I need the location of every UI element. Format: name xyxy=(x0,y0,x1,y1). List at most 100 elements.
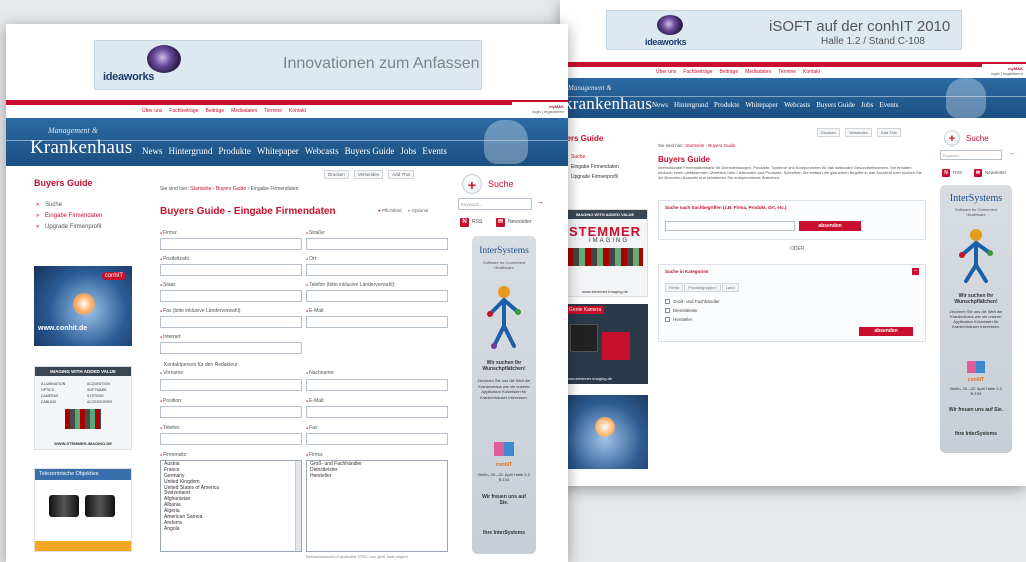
top-banner-ad[interactable]: ideaworks iSOFT auf der conhIT 2010 Hall… xyxy=(606,10,962,50)
telefon-intl-field[interactable] xyxy=(306,290,448,302)
fulltext-input[interactable] xyxy=(665,221,795,231)
sidebar-item-eingabe[interactable]: Eingabe Firmendaten xyxy=(36,211,102,222)
internet-field[interactable] xyxy=(160,342,302,354)
category-collapse-icon[interactable]: − xyxy=(912,268,919,275)
nav-news[interactable]: News xyxy=(652,101,668,109)
nav-buyers-guide[interactable]: Buyers Guide xyxy=(345,146,395,156)
top-link[interactable]: Fachbeiträge xyxy=(169,108,198,114)
top-link[interactable]: Termine xyxy=(264,108,282,114)
postleitzahl-field[interactable] xyxy=(160,264,302,276)
rss-icon[interactable]: N xyxy=(942,169,950,177)
sidebar-item-suche[interactable]: Suche xyxy=(562,152,619,162)
fax-intl-field[interactable] xyxy=(160,316,302,328)
newsletter-icon[interactable]: ✉ xyxy=(974,169,982,177)
nav-webcasts[interactable]: Webcasts xyxy=(305,146,339,156)
fax-field[interactable] xyxy=(306,433,448,445)
send-button[interactable]: Versenden xyxy=(844,128,873,137)
telefon-field[interactable] xyxy=(160,433,302,445)
search-icon[interactable] xyxy=(944,130,960,147)
stemmer-ad[interactable]: IMAGING WITH ADDED VALUE ILLUMINATION OPT… xyxy=(34,366,132,450)
sidebar-item-eingabe[interactable]: Eingabe Firmendaten xyxy=(562,162,619,172)
company-type-option[interactable]: Hersteller xyxy=(310,473,444,480)
nav-news[interactable]: News xyxy=(142,146,163,156)
breadcrumb-link[interactable]: Buyers Guide xyxy=(708,143,735,148)
fulltext-submit-button[interactable]: absenden xyxy=(799,221,861,231)
top-link[interactable]: Über uns xyxy=(142,108,162,114)
top-link[interactable]: Beiträge xyxy=(205,108,224,114)
event-ad[interactable] xyxy=(562,395,648,469)
search-go-button[interactable]: → xyxy=(1008,150,1015,157)
newsletter-link[interactable]: Newsletter xyxy=(508,219,532,225)
breadcrumb-link[interactable]: Startseite xyxy=(685,143,704,148)
sidebar-item-suche[interactable]: Suche xyxy=(36,200,102,211)
category-option[interactable]: Hersteller xyxy=(665,317,692,322)
search-icon[interactable] xyxy=(462,174,482,195)
account-corner[interactable]: myM&K login | registrieren xyxy=(512,102,568,118)
checkbox[interactable] xyxy=(665,308,670,313)
newsletter-icon[interactable]: ✉ xyxy=(496,218,505,227)
conhit-ad[interactable]: conhIT www.conhit.de xyxy=(34,266,132,346)
position-field[interactable] xyxy=(160,406,302,418)
staat-field[interactable] xyxy=(160,290,302,302)
nachname-field[interactable] xyxy=(306,379,448,391)
camera-ad[interactable]: Genie Kamera www.stemmer-imaging.de xyxy=(562,304,648,384)
top-link[interactable]: Kontakt xyxy=(803,69,820,75)
top-link[interactable]: Mediadaten xyxy=(745,69,771,75)
firma-field[interactable] xyxy=(160,238,302,250)
top-link[interactable]: Termine xyxy=(778,69,796,75)
email-field[interactable] xyxy=(306,316,448,328)
nav-events[interactable]: Events xyxy=(879,101,898,109)
search-input[interactable]: Keyword... xyxy=(458,198,532,210)
top-link[interactable]: Mediadaten xyxy=(231,108,257,114)
rss-link[interactable]: RSS xyxy=(472,219,482,225)
category-option[interactable]: Dienstleister xyxy=(665,308,698,313)
top-link[interactable]: Fachbeiträge xyxy=(683,69,712,75)
brand-name[interactable]: krankenhaus xyxy=(564,94,652,114)
ort-field[interactable] xyxy=(306,264,448,276)
sidebar-item-upgrade[interactable]: Upgrade Firmenprofil xyxy=(36,222,102,233)
tab-land[interactable]: Land xyxy=(721,283,739,292)
top-link[interactable]: Kontakt xyxy=(289,108,306,114)
newsletter-link[interactable]: Newsletter xyxy=(985,170,1006,175)
nav-produkte[interactable]: Produkte xyxy=(714,101,739,109)
print-button[interactable]: Drucken xyxy=(324,170,349,179)
stemmer-ad[interactable]: IMAGING WITH ADDED VALUE STEMMER IMAGING… xyxy=(562,209,648,297)
vorname-field[interactable] xyxy=(160,379,302,391)
firmensitz-listbox[interactable]: Austria France Germany United Kingdom Un… xyxy=(160,460,302,552)
intersystems-ad[interactable]: InterSystems Software for Connected Heal… xyxy=(940,185,1012,453)
optics-ad[interactable]: Telezentrische Objektive xyxy=(34,468,132,552)
tab-firma[interactable]: Firma xyxy=(665,283,684,292)
top-link[interactable]: Über uns xyxy=(656,69,676,75)
nav-events[interactable]: Events xyxy=(422,146,447,156)
country-option[interactable]: Angola xyxy=(164,526,298,533)
search-go-button[interactable]: → xyxy=(536,197,544,206)
send-button[interactable]: Versenden xyxy=(353,170,384,179)
nav-whitepaper[interactable]: Whitepaper xyxy=(745,101,778,109)
checkbox[interactable] xyxy=(665,317,670,322)
strasse-field[interactable] xyxy=(306,238,448,250)
nav-jobs[interactable]: Jobs xyxy=(400,146,416,156)
nav-produkte[interactable]: Produkte xyxy=(218,146,251,156)
account-corner[interactable]: myM&K login | registrieren xyxy=(982,64,1026,78)
add-this-button[interactable]: Add This xyxy=(877,128,901,137)
nav-whitepaper[interactable]: Whitepaper xyxy=(257,146,299,156)
breadcrumb-link[interactable]: Buyers Guide xyxy=(216,186,246,192)
rss-link[interactable]: RSS xyxy=(953,170,962,175)
add-this-button[interactable]: Add This xyxy=(388,170,414,179)
print-button[interactable]: Drucken xyxy=(817,128,840,137)
company-type-listbox[interactable]: Groß- und Fachhändler Dienstleister Hers… xyxy=(306,460,448,552)
category-option[interactable]: Groß- und Fachhändler xyxy=(665,299,720,304)
brand-name[interactable]: Krankenhaus xyxy=(30,137,132,159)
top-link[interactable]: Beiträge xyxy=(719,69,738,75)
nav-buyers-guide[interactable]: Buyers Guide xyxy=(816,101,855,109)
nav-hintergrund[interactable]: Hintergrund xyxy=(674,101,708,109)
category-submit-button[interactable]: absenden xyxy=(859,327,913,336)
nav-webcasts[interactable]: Webcasts xyxy=(784,101,810,109)
nav-jobs[interactable]: Jobs xyxy=(861,101,873,109)
listbox-scrollbar[interactable] xyxy=(295,461,301,551)
sidebar-item-upgrade[interactable]: Upgrade Firmenprofil xyxy=(562,172,619,182)
checkbox[interactable] xyxy=(665,299,670,304)
breadcrumb-link[interactable]: Startseite xyxy=(190,186,211,192)
contact-email-field[interactable] xyxy=(306,406,448,418)
intersystems-ad[interactable]: InterSystems Software for Connected Heal… xyxy=(472,236,536,554)
